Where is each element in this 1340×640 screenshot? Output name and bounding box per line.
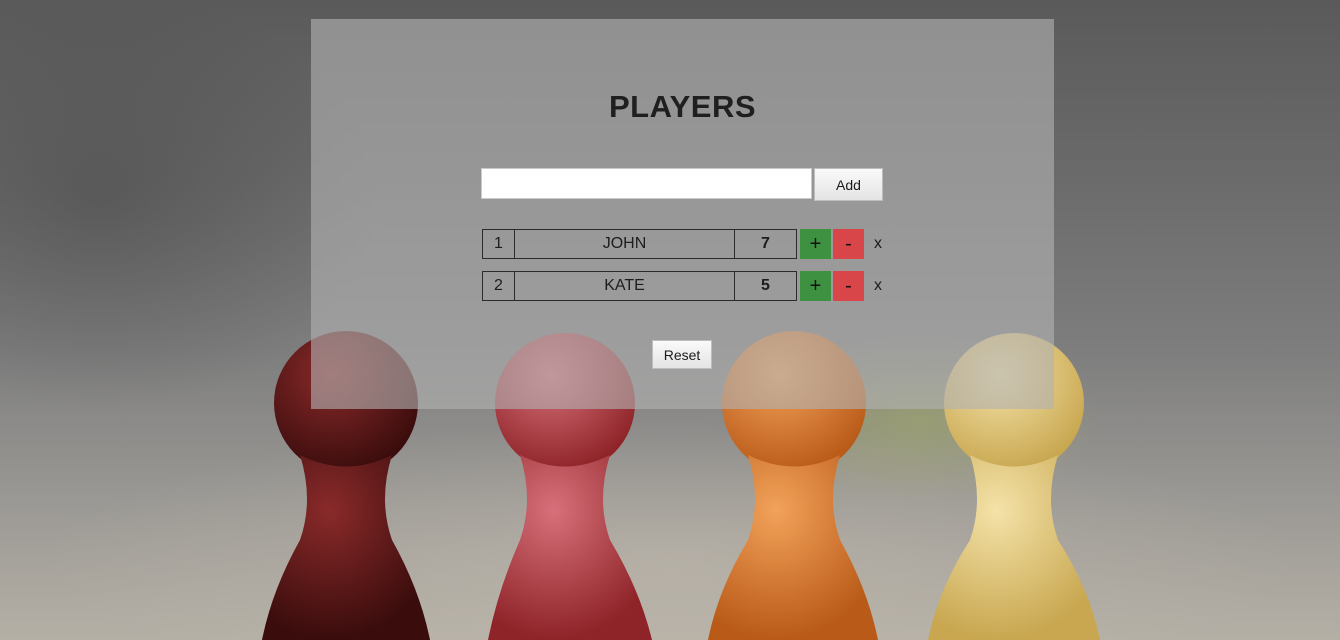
player-name: JOHN xyxy=(514,229,735,259)
reset-button[interactable]: Reset xyxy=(652,340,712,369)
player-score: 7 xyxy=(734,229,797,259)
player-name: KATE xyxy=(514,271,735,301)
player-score: 5 xyxy=(734,271,797,301)
increment-score-button[interactable]: + xyxy=(800,229,831,259)
player-index: 2 xyxy=(482,271,515,301)
remove-player-button[interactable]: x xyxy=(871,271,885,301)
player-name-input[interactable] xyxy=(481,168,812,199)
player-index: 1 xyxy=(482,229,515,259)
increment-score-button[interactable]: + xyxy=(800,271,831,301)
add-player-button[interactable]: Add xyxy=(814,168,883,201)
page-title: PLAYERS xyxy=(608,89,757,124)
players-panel: PLAYERS Add 1 JOHN 7 + - x 2 KATE 5 + - … xyxy=(311,19,1054,409)
decrement-score-button[interactable]: - xyxy=(833,229,864,259)
remove-player-button[interactable]: x xyxy=(871,229,885,259)
decrement-score-button[interactable]: - xyxy=(833,271,864,301)
